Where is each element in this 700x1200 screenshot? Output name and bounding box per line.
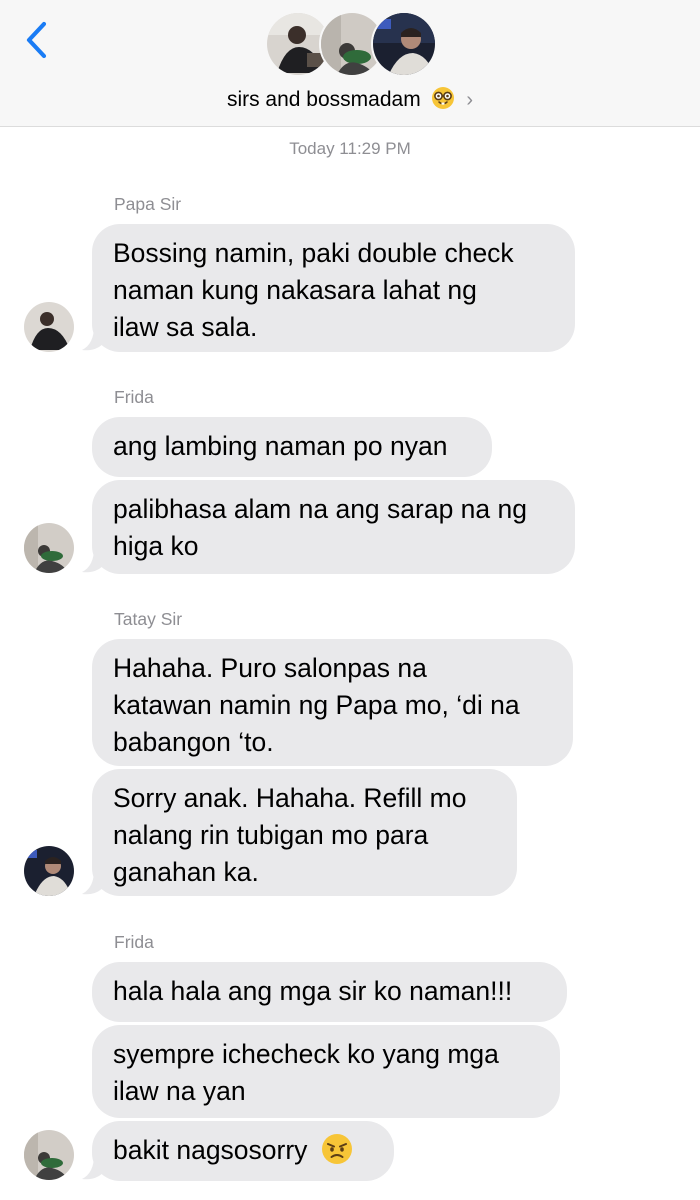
message-text: bakit nagsosorry	[113, 1135, 308, 1165]
message-text-line: Hahaha. Puro salonpas na	[113, 653, 427, 683]
chevron-left-icon	[26, 21, 47, 59]
message-text-line: ilaw sa sala.	[113, 312, 258, 342]
message-text-line: hala hala ang mga sir ko naman!!!	[113, 976, 513, 1006]
message-text-line: katawan namin ng Papa mo, ‘di na	[113, 690, 520, 720]
nerd-face-emoji-icon	[431, 86, 455, 116]
message-bubble[interactable]: Sorry anak. Hahaha. Refill mo nalang rin…	[92, 769, 517, 896]
bubble-tail	[82, 326, 106, 351]
message-text-line: ilaw na yan	[113, 1076, 246, 1106]
message-text-line: naman kung nakasara lahat ng	[113, 275, 477, 305]
message-text-line: Bossing namin, paki double check	[113, 238, 514, 268]
group-name: sirs and bossmadam	[226, 88, 421, 111]
message-bubble[interactable]: bakit nagsosorry	[92, 1121, 394, 1181]
message-bubble[interactable]: hala hala ang mga sir ko naman!!!	[92, 962, 567, 1022]
sender-name: Tatay Sir	[114, 609, 183, 629]
message-bubble[interactable]: ang lambing naman po nyan	[92, 417, 492, 477]
message-bubble[interactable]: Bossing namin, paki double check naman k…	[92, 224, 575, 352]
message-text-line: babangon ‘to.	[113, 727, 274, 757]
message-text-line: palibhasa alam na ang sarap na ng	[113, 494, 527, 524]
chevron-right-icon: ›	[466, 89, 474, 111]
avatar-tatay-sir[interactable]	[24, 846, 74, 896]
message-text-line: ganahan ka.	[113, 857, 259, 887]
angry-face-emoji-icon	[321, 1133, 353, 1175]
message-text-line: syempre ichecheck ko yang mga	[113, 1039, 499, 1069]
sender-name: Papa Sir	[114, 194, 182, 214]
bubble-tail	[82, 1155, 106, 1180]
message-text-line: Sorry anak. Hahaha. Refill mo	[113, 783, 467, 813]
back-button[interactable]	[20, 18, 56, 62]
bubble-tail	[82, 870, 106, 895]
message-text-line: bakit nagsosorry	[113, 1132, 372, 1175]
avatar-frida[interactable]	[24, 523, 74, 573]
message-text-line: ang lambing naman po nyan	[113, 431, 448, 461]
conversation-header: sirs and bossmadam ›	[0, 0, 700, 127]
sender-name: Frida	[114, 387, 154, 407]
message-text-line: higa ko	[113, 531, 199, 561]
group-avatar-tatay-sir	[371, 11, 437, 77]
sender-name: Frida	[114, 932, 154, 952]
message-text-line: nalang rin tubigan mo para	[113, 820, 429, 850]
avatar-papa-sir[interactable]	[24, 302, 74, 352]
group-title[interactable]: sirs and bossmadam ›	[0, 86, 700, 116]
message-bubble[interactable]: syempre ichecheck ko yang mga ilaw na ya…	[92, 1025, 560, 1118]
bubble-tail	[82, 548, 106, 573]
message-bubble[interactable]: Hahaha. Puro salonpas na katawan namin n…	[92, 639, 573, 766]
avatar-frida[interactable]	[24, 1130, 74, 1180]
thread-timestamp: Today 11:29 PM	[289, 139, 411, 158]
message-bubble[interactable]: palibhasa alam na ang sarap na ng higa k…	[92, 480, 575, 574]
group-avatars[interactable]	[265, 11, 437, 79]
